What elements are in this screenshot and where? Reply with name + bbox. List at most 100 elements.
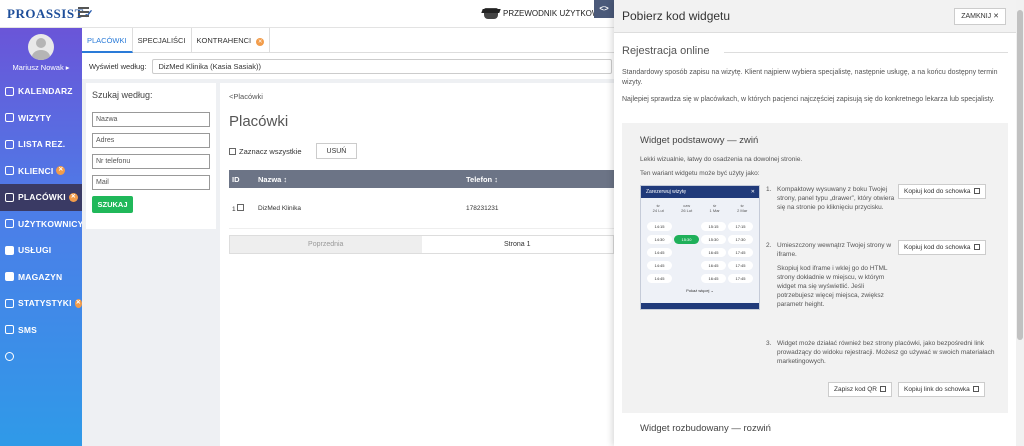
graduation-cap-icon — [484, 8, 498, 19]
preview-slot: 14:45 — [647, 248, 672, 257]
sidebar-item-sms[interactable]: SMS — [0, 317, 82, 344]
column-header-name[interactable]: Nazwa ↕ — [255, 175, 463, 184]
basic-widget-toggle[interactable]: Widget podstawowy — zwiń — [640, 135, 758, 146]
row-checkbox[interactable] — [237, 203, 245, 211]
widget-drawer: Pobierz kod widgetu ZAMKNIJ ✕ Rejestracj… — [614, 0, 1016, 446]
column-header-phone[interactable]: Telefon ↕ — [463, 175, 613, 184]
preview-slot — [674, 274, 699, 283]
sidebar-item-użytkownicy[interactable]: UŻYTKOWNICY — [0, 211, 84, 238]
logo-text: PROASSIST — [7, 6, 84, 21]
sidebar-item-lista-rez-[interactable]: LISTA REZ. — [0, 131, 82, 158]
sidebar-item-label: SMS — [18, 324, 38, 335]
search-name-input[interactable]: Nazwa — [92, 112, 210, 127]
sidebar-item-more[interactable] — [0, 343, 82, 370]
preview-day: śr 2 Mar — [737, 203, 747, 213]
preview-slot: 17:45 — [728, 261, 753, 270]
search-button[interactable]: SZUKAJ — [92, 196, 133, 213]
close-button[interactable]: ZAMKNIJ ✕ — [954, 8, 1006, 25]
sidebar-item-label: USŁUGI — [18, 245, 52, 256]
table-header: ID Nazwa ↕ Telefon ↕ — [229, 170, 614, 188]
preview-slot: 16:45 — [701, 274, 726, 283]
sidebar-item-wizyty[interactable]: WIZYTY — [0, 105, 82, 132]
sidebar-item-kalendarz[interactable]: KALENDARZ — [0, 78, 82, 105]
table-row[interactable]: 1 DizMed Klinika 178231231 — [229, 188, 614, 229]
sidebar-item-usługi[interactable]: USŁUGI — [0, 237, 82, 264]
clinics-table: ID Nazwa ↕ Telefon ↕ 1 DizMed Klinika 17… — [229, 170, 614, 254]
sidebar-item-label: MAGAZYN — [18, 271, 63, 282]
preview-slot: 17:45 — [728, 274, 753, 283]
drawer-toggle-button[interactable]: <> — [594, 0, 614, 18]
button-label: Kopiuj kod do schowka — [904, 188, 971, 195]
calendar-icon — [5, 86, 14, 96]
current-page: Strona 1 — [504, 241, 531, 248]
column-header-id[interactable]: ID — [229, 175, 255, 184]
sidebar-item-placówki[interactable]: PLACÓWKI ✕ — [0, 184, 82, 211]
user-guide-button[interactable]: PRZEWODNIK UŻYTKOWN — [484, 8, 605, 19]
search-address-input[interactable]: Adres — [92, 133, 210, 148]
list-icon — [5, 139, 14, 149]
sidebar: Mariusz Nowak ▸ KALENDARZ WIZYTY LISTA REZ… — [0, 28, 84, 446]
copy-icon — [972, 386, 979, 392]
badge-icon: ✕ — [256, 38, 265, 46]
drawer-header: Pobierz kod widgetu ZAMKNIJ ✕ — [614, 0, 1016, 33]
step-2: 2. Umieszczony wewnątrz Twojej strony w … — [766, 241, 897, 309]
step-number: 2. — [766, 242, 772, 249]
preview-date: 2 Mar — [737, 208, 748, 213]
copy-drawer-code-button[interactable]: Kopiuj kod do schowka — [898, 184, 986, 199]
scrollbar[interactable] — [1016, 0, 1024, 446]
tab-label: PLACÓWKI — [87, 36, 127, 45]
preview-slot: 14:30 — [647, 235, 672, 244]
copy-iframe-code-button[interactable]: Kopiuj kod do schowka — [898, 240, 986, 255]
preview-slot: 14:45 — [647, 261, 672, 270]
copy-icon — [973, 244, 980, 250]
previous-page-button[interactable]: Poprzednia — [230, 236, 422, 253]
preview-day: śr 24 Lut — [653, 203, 664, 213]
card-description: Lekki wizualnie, łatwy do osadzenia na d… — [640, 156, 803, 163]
button-label: Kopiuj link do schowka — [904, 386, 970, 393]
tab-specjalisci[interactable]: SPECJALIŚCI — [133, 28, 192, 53]
hamburger-menu-icon[interactable] — [78, 7, 89, 17]
sidebar-item-label: LISTA REZ. — [18, 139, 66, 150]
sidebar-item-magazyn[interactable]: MAGAZYN — [0, 264, 82, 291]
preview-close-icon: ✕ — [750, 189, 755, 195]
step-1: 1. Kompaktowy wysuwany z boku Twojej str… — [766, 185, 897, 212]
scrollbar-thumb[interactable] — [1017, 10, 1023, 340]
page-title: Placówki — [229, 113, 289, 130]
search-panel: Szukaj według: Nazwa Adres Nr telefonu M… — [86, 83, 216, 229]
search-phone-input[interactable]: Nr telefonu — [92, 154, 210, 169]
preview-slot: 14:15 — [647, 222, 672, 231]
copy-link-button[interactable]: Kopiuj link do schowka — [898, 382, 985, 397]
search-title: Szukaj według: — [92, 90, 153, 100]
list-icon — [5, 113, 14, 123]
copy-icon — [973, 188, 980, 194]
tab-placowki[interactable]: PLACÓWKI — [82, 28, 133, 53]
save-qr-code-button[interactable]: Zapisz kod QR — [828, 382, 892, 397]
extended-widget-toggle[interactable]: Widget rozbudowany — rozwiń — [640, 423, 771, 434]
card-usage-label: Ten wariant widgetu może być użyty jako: — [640, 170, 760, 177]
search-mail-input[interactable]: Mail — [92, 175, 210, 190]
delete-button[interactable]: USUŃ — [315, 143, 358, 159]
sidebar-item-statystyki[interactable]: STATYSTYKI ✕ — [0, 290, 82, 317]
sidebar-item-label: KLIENCI — [18, 165, 54, 176]
preview-slot: 14:45 — [647, 274, 672, 283]
select-all-checkbox[interactable] — [229, 147, 236, 155]
preview-header: Zarezerwuj wizytę ✕ — [641, 186, 759, 198]
sidebar-item-label: KALENDARZ — [18, 86, 73, 97]
preview-days: śr 24 Lut czw 26 Lut śr 1 Mar śr 2 Mar — [641, 198, 759, 213]
clinic-select[interactable]: DizMed Klinika (Kasia Sasiak)) — [152, 58, 613, 74]
user-icon — [5, 219, 14, 229]
tab-kontrahenci[interactable]: KONTRAHENCI ✕ — [192, 28, 271, 53]
preview-more: Pokaż więcej ⌄ — [686, 288, 714, 293]
tab-bar: PLACÓWKI SPECJALIŚCI KONTRAHENCI ✕ — [82, 28, 614, 53]
drawer-title: Pobierz kod widgetu — [622, 9, 731, 23]
sidebar-item-label: UŻYTKOWNICY — [18, 218, 84, 229]
preview-slot: 17:45 — [728, 248, 753, 257]
filter-label: Wyświetl według: — [89, 61, 147, 71]
preview-slot: 17:15 — [728, 222, 753, 231]
preview-slot — [674, 222, 699, 231]
user-profile[interactable]: Mariusz Nowak ▸ — [0, 28, 82, 78]
breadcrumb[interactable]: <Placówki — [229, 92, 605, 101]
preview-slot: 17:30 — [728, 235, 753, 244]
sidebar-item-klienci[interactable]: KLIENCI ✕ — [0, 158, 82, 185]
step-text: Kompaktowy wysuwany z boku Twojej strony… — [777, 186, 895, 211]
